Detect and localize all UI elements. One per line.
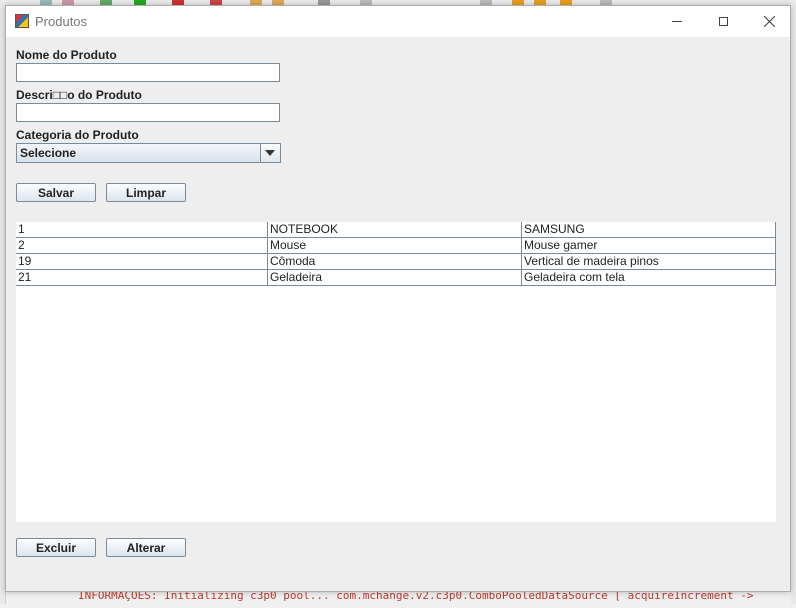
salvar-button[interactable]: Salvar — [16, 183, 96, 202]
excluir-button[interactable]: Excluir — [16, 538, 96, 557]
close-icon — [763, 16, 775, 27]
ide-right-edge — [791, 8, 796, 604]
categoria-selected-value: Selecione — [20, 146, 77, 160]
window-title: Produtos — [35, 14, 88, 29]
limpar-button[interactable]: Limpar — [106, 183, 186, 202]
nome-produto-input[interactable] — [16, 63, 280, 82]
minimize-button[interactable] — [654, 6, 700, 37]
chevron-down-icon[interactable] — [260, 144, 280, 162]
nome-produto-label: Nome do Produto — [16, 48, 117, 62]
categoria-produto-select[interactable]: Selecione — [16, 143, 281, 163]
table-cell-id: 19 — [16, 254, 268, 270]
table-cell-id: 1 — [16, 222, 268, 238]
table-row[interactable]: 1 NOTEBOOK SAMSUNG — [16, 222, 776, 238]
table-cell-id: 2 — [16, 238, 268, 254]
close-button[interactable] — [746, 6, 792, 37]
descricao-produto-label: Descri□□o do Produto — [16, 88, 142, 102]
table-cell-nome: Cômoda — [268, 254, 522, 270]
descricao-produto-input[interactable] — [16, 103, 280, 122]
alterar-button[interactable]: Alterar — [106, 538, 186, 557]
table-cell-descricao: SAMSUNG — [522, 222, 776, 238]
categoria-produto-label: Categoria do Produto — [16, 128, 139, 142]
maximize-button[interactable] — [700, 6, 746, 37]
title-bar[interactable]: Produtos — [6, 6, 790, 37]
produtos-window: Produtos Nome do Produto Descri□□o do Pr… — [5, 5, 791, 592]
table-cell-nome: NOTEBOOK — [268, 222, 522, 238]
table-row[interactable]: 19 Cômoda Vertical de madeira pinos — [16, 254, 776, 270]
table-cell-descricao: Vertical de madeira pinos — [522, 254, 776, 270]
table-cell-descricao: Geladeira com tela — [522, 270, 776, 286]
minimize-icon — [672, 21, 682, 22]
table-cell-nome: Geladeira — [268, 270, 522, 286]
table-cell-descricao: Mouse gamer — [522, 238, 776, 254]
java-app-icon — [15, 14, 29, 28]
produtos-table[interactable]: 1 NOTEBOOK SAMSUNG 2 Mouse Mouse gamer 1… — [16, 222, 776, 522]
table-cell-nome: Mouse — [268, 238, 522, 254]
table-row[interactable]: 2 Mouse Mouse gamer — [16, 238, 776, 254]
maximize-icon — [718, 17, 728, 26]
table-cell-id: 21 — [16, 270, 268, 286]
table-row[interactable]: 21 Geladeira Geladeira com tela — [16, 270, 776, 286]
